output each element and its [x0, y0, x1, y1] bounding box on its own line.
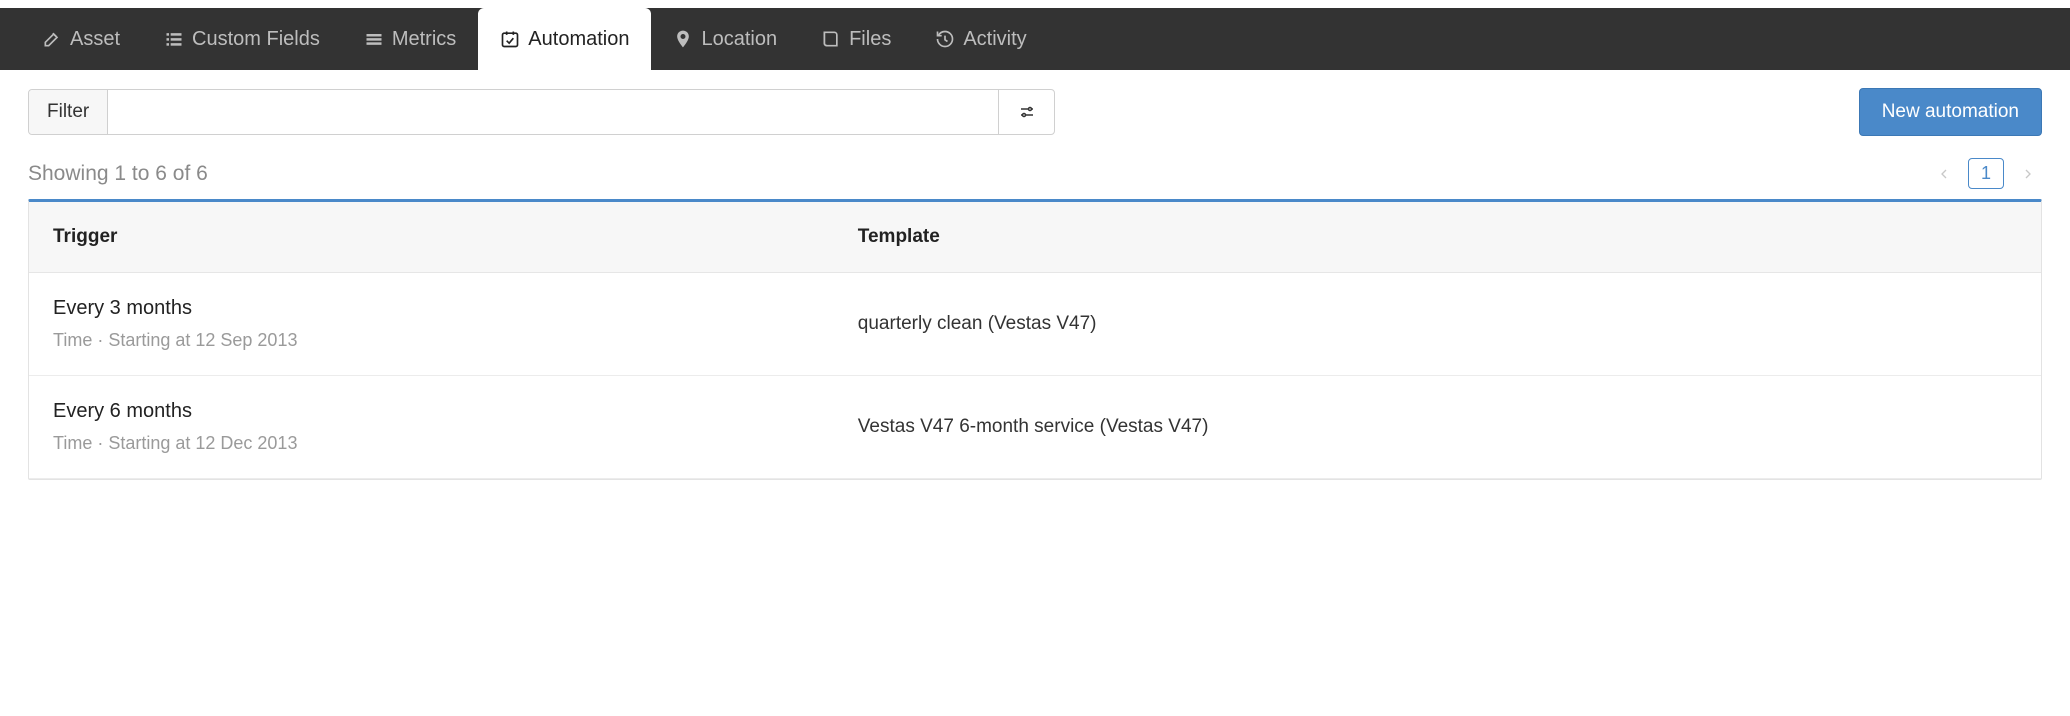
- column-header-template: Template: [834, 202, 2041, 272]
- tab-label: Metrics: [392, 28, 456, 51]
- pagination: 1: [1930, 158, 2042, 189]
- edit-icon: [42, 29, 62, 49]
- cell-template: Vestas V47 6-month service (Vestas V47): [834, 376, 2041, 478]
- cell-trigger: Every 3 months Time · Starting at 12 Sep…: [29, 273, 834, 375]
- new-automation-button[interactable]: New automation: [1859, 88, 2042, 136]
- tab-activity[interactable]: Activity: [913, 8, 1048, 70]
- trigger-title: Every 6 months: [53, 400, 810, 423]
- tab-label: Location: [701, 28, 777, 51]
- filter-label: Filter: [29, 90, 108, 134]
- tab-files[interactable]: Files: [799, 8, 913, 70]
- table-header: Trigger Template: [29, 202, 2041, 273]
- page-number[interactable]: 1: [1968, 158, 2004, 189]
- cell-template: quarterly clean (Vestas V47): [834, 273, 2041, 375]
- tab-label: Asset: [70, 28, 120, 51]
- cell-trigger: Every 6 months Time · Starting at 12 Dec…: [29, 376, 834, 478]
- table-row[interactable]: Every 6 months Time · Starting at 12 Dec…: [29, 376, 2041, 479]
- tab-metrics[interactable]: Metrics: [342, 8, 478, 70]
- calendar-check-icon: [500, 29, 520, 49]
- location-pin-icon: [673, 29, 693, 49]
- column-header-trigger: Trigger: [29, 202, 834, 272]
- prev-page-button[interactable]: [1930, 162, 1958, 186]
- tab-label: Activity: [963, 28, 1026, 51]
- list-icon: [164, 29, 184, 49]
- listing-summary: Showing 1 to 6 of 6: [28, 162, 208, 186]
- sliders-icon: [1018, 103, 1036, 121]
- metrics-icon: [364, 29, 384, 49]
- tab-automation[interactable]: Automation: [478, 8, 651, 70]
- filter-settings-button[interactable]: [998, 90, 1054, 134]
- next-page-button[interactable]: [2014, 162, 2042, 186]
- tab-location[interactable]: Location: [651, 8, 799, 70]
- tab-asset[interactable]: Asset: [20, 8, 142, 70]
- book-icon: [821, 29, 841, 49]
- tab-custom-fields[interactable]: Custom Fields: [142, 8, 342, 70]
- history-icon: [935, 29, 955, 49]
- tab-label: Custom Fields: [192, 28, 320, 51]
- trigger-subtitle: Time · Starting at 12 Sep 2013: [53, 330, 810, 351]
- table-row[interactable]: Every 3 months Time · Starting at 12 Sep…: [29, 273, 2041, 376]
- trigger-title: Every 3 months: [53, 297, 810, 320]
- trigger-subtitle: Time · Starting at 12 Dec 2013: [53, 433, 810, 454]
- tab-bar: Asset Custom Fields Metrics Automation L…: [0, 8, 2070, 70]
- controls-row: Filter New automation: [0, 70, 2070, 136]
- listing-meta: Showing 1 to 6 of 6 1: [0, 136, 2070, 199]
- tab-label: Automation: [528, 28, 629, 51]
- filter-input[interactable]: [108, 90, 998, 134]
- tab-label: Files: [849, 28, 891, 51]
- automation-table: Trigger Template Every 3 months Time · S…: [28, 199, 2042, 480]
- filter-group: Filter: [28, 89, 1055, 135]
